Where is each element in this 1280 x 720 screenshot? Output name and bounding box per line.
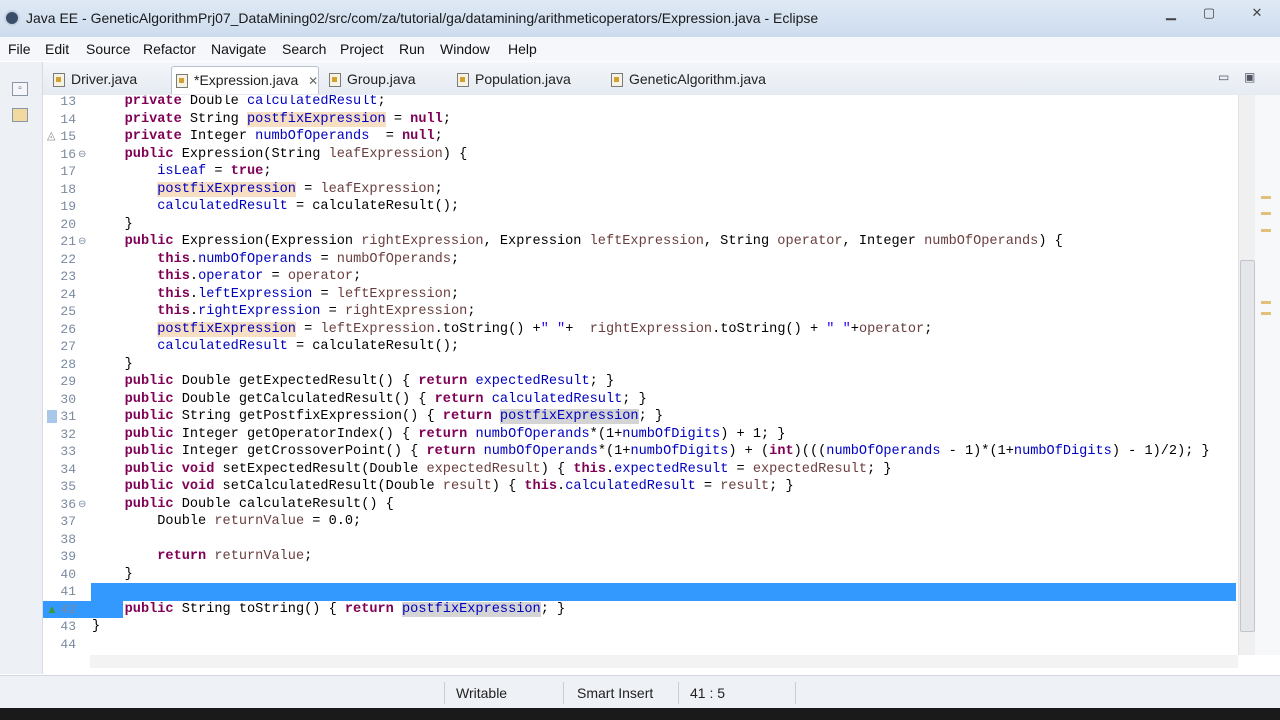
window-title: Java EE - GeneticAlgorithmPrj07_DataMini… [26, 10, 819, 26]
tab-label: *Expression.java [194, 72, 299, 88]
code-line: 36 ⊖ public Double calculateResult() { [60, 496, 394, 514]
code-line: 13 private Double calculatedResult; [60, 95, 386, 109]
code-line: 18 postfixExpression = leafExpression; [60, 181, 443, 197]
overview-ruler[interactable] [1255, 95, 1280, 655]
code-line: 20 } [60, 216, 133, 232]
tab-label: Population.java [475, 71, 571, 87]
tab-label: Group.java [347, 71, 416, 87]
tab-genetic-algorithm[interactable]: GeneticAlgorithm.java [607, 66, 787, 94]
minimize-view-icon[interactable]: ▭ [1218, 70, 1229, 84]
scrollbar-thumb[interactable] [1240, 260, 1255, 632]
code-line: ▲ 42 public String toString() { return p… [43, 600, 1238, 618]
tab-expression[interactable]: *Expression.java ✕ [171, 66, 319, 94]
code-line: 34 public void setExpectedResult(Double … [60, 461, 892, 477]
java-file-icon [176, 74, 188, 88]
fold-icon[interactable]: ⊖ [78, 233, 86, 251]
tab-label: GeneticAlgorithm.java [629, 71, 766, 87]
menu-help[interactable]: Help [508, 41, 537, 57]
tab-driver[interactable]: Driver.java [49, 66, 167, 94]
java-file-icon [611, 73, 623, 87]
java-file-icon [53, 73, 65, 87]
code-line: 17 isLeaf = true; [60, 164, 272, 179]
java-file-icon [457, 73, 469, 87]
code-line: 23 this.operator = operator; [60, 269, 362, 284]
code-line-selected: 41 [43, 583, 1238, 601]
close-button[interactable]: ✕ [1240, 6, 1274, 22]
tab-population[interactable]: Population.java [453, 66, 593, 94]
writable-status: Writable [456, 685, 508, 701]
editor-tab-bar: Driver.java *Expression.java ✕ Group.jav… [43, 62, 1280, 96]
code-line: 39 return returnValue; [60, 549, 313, 564]
code-line: 24 this.leftExpression = leftExpression; [60, 286, 460, 302]
code-line: 43 } [60, 619, 101, 634]
restore-view-icon[interactable]: ▫ [12, 82, 28, 96]
code-line: 29 public Double getExpectedResult() { r… [60, 374, 615, 389]
menu-window[interactable]: Window [440, 41, 490, 57]
code-line: 38 [60, 531, 76, 547]
code-line: 21 ⊖ public Expression(Expression rightE… [60, 233, 1063, 251]
code-line: 22 this.numbOfOperands = numbOfOperands; [60, 251, 460, 267]
horizontal-scrollbar[interactable] [90, 655, 1238, 668]
code-editor[interactable]: 13 private Double calculatedResult; 14 p… [43, 95, 1238, 655]
code-line: 31 public String getPostfixExpression() … [43, 408, 1238, 426]
code-line: 19 calculatedResult = calculateResult(); [60, 199, 460, 214]
code-line: 33 public Integer getCrossoverPoint() { … [60, 444, 1210, 459]
code-line: 44 [60, 636, 76, 652]
title-bar: Java EE - GeneticAlgorithmPrj07_DataMini… [0, 0, 1280, 37]
code-line: 25 this.rightExpression = rightExpressio… [60, 304, 476, 319]
code-line: 16 ⊖ public Expression(String leafExpres… [60, 146, 468, 164]
code-line: 26 postfixExpression = leftExpression.to… [60, 321, 933, 337]
cursor-position: 41 : 5 [690, 685, 726, 701]
close-tab-icon[interactable]: ✕ [308, 68, 318, 94]
code-line: 40 } [60, 566, 133, 582]
menu-file[interactable]: File [8, 41, 31, 57]
menu-run[interactable]: Run [399, 41, 425, 57]
eclipse-icon [4, 10, 20, 26]
menu-edit[interactable]: Edit [45, 41, 69, 57]
minimize-button[interactable]: ▁ [1158, 6, 1184, 22]
tab-group[interactable]: Group.java [325, 66, 443, 94]
code-line: 32 public Integer getOperatorIndex() { r… [60, 426, 786, 442]
code-line: 14 private String postfixExpression = nu… [60, 111, 451, 127]
menu-project[interactable]: Project [340, 41, 384, 57]
fold-icon[interactable]: ⊖ [78, 146, 86, 164]
menu-bar: File Edit Source Refactor Navigate Searc… [0, 37, 1280, 61]
code-line: ◬ 15 private Integer numbOfOperands = nu… [47, 129, 443, 144]
code-line: 28 } [60, 356, 133, 372]
overview-mark[interactable] [1261, 196, 1271, 199]
java-file-icon [329, 73, 341, 87]
overview-mark[interactable] [1261, 229, 1271, 232]
left-trim-bar: ▫ [0, 62, 43, 674]
package-explorer-icon[interactable] [12, 108, 28, 122]
menu-source[interactable]: Source [86, 41, 130, 57]
insert-mode-status: Smart Insert [577, 685, 654, 701]
menu-navigate[interactable]: Navigate [211, 41, 266, 57]
text-selection [91, 583, 1236, 601]
taskbar-edge [0, 708, 1280, 720]
menu-refactor[interactable]: Refactor [143, 41, 196, 57]
tab-label: Driver.java [71, 71, 138, 87]
overview-mark[interactable] [1261, 212, 1271, 215]
code-line: 30 public Double getCalculatedResult() {… [60, 391, 647, 407]
maximize-view-icon[interactable]: ▣ [1244, 70, 1255, 84]
maximize-button[interactable]: ▢ [1196, 6, 1222, 22]
overview-mark[interactable] [1261, 301, 1271, 304]
code-line: 35 public void setCalculatedResult(Doubl… [60, 479, 794, 494]
status-bar: Writable Smart Insert 41 : 5 [0, 675, 1280, 709]
fold-icon[interactable]: ⊖ [78, 496, 86, 514]
menu-search[interactable]: Search [282, 41, 326, 57]
code-line: 27 calculatedResult = calculateResult(); [60, 339, 460, 354]
code-line: 37 Double returnValue = 0.0; [60, 514, 362, 529]
overview-mark[interactable] [1261, 312, 1271, 315]
